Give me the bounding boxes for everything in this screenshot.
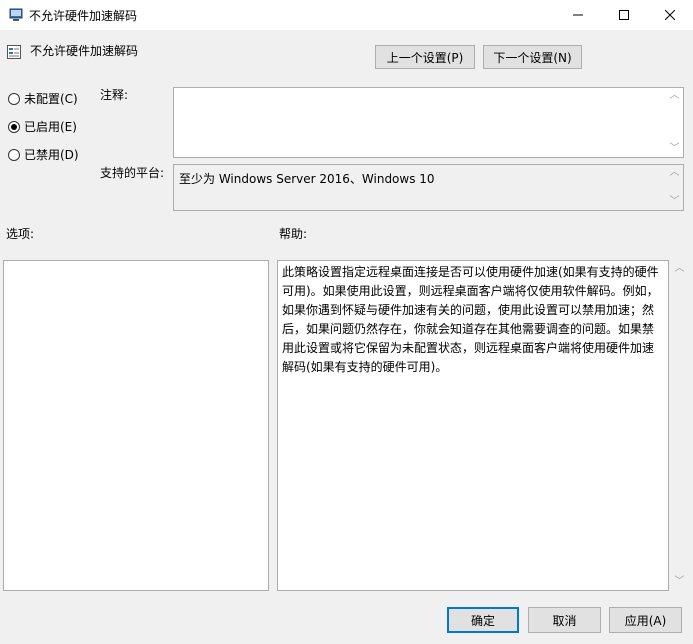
title-bar: 不允许硬件加速解码 — [0, 0, 693, 30]
next-setting-button[interactable]: 下一个设置(N) — [483, 45, 582, 69]
comment-label: 注释: — [100, 88, 129, 102]
radio-circle — [8, 92, 20, 105]
cancel-button[interactable]: 取消 — [528, 607, 601, 633]
policy-setting-icon — [7, 45, 21, 59]
scroll-down-icon[interactable]: ﹀ — [670, 195, 680, 209]
maximize-icon — [619, 10, 629, 20]
minimize-icon — [573, 14, 583, 16]
window-title: 不允许硬件加速解码 — [29, 9, 138, 23]
comment-scrollbar[interactable]: ︿ ﹀ — [666, 89, 683, 156]
scroll-up-icon[interactable]: ︿ — [675, 262, 685, 276]
platform-label: 支持的平台: — [100, 166, 165, 180]
radio-disabled[interactable]: 已禁用(D) — [8, 146, 79, 163]
radio-label: 已禁用(D) — [24, 148, 79, 162]
setting-title: 不允许硬件加速解码 — [30, 44, 139, 58]
close-button[interactable] — [647, 0, 693, 30]
help-label: 帮助: — [279, 227, 308, 241]
apply-button[interactable]: 应用(A) — [609, 607, 682, 633]
close-icon — [665, 10, 675, 20]
platform-field: 至少为 Windows Server 2016、Windows 10 — [173, 164, 684, 211]
scroll-down-icon[interactable]: ﹀ — [670, 142, 680, 156]
comment-input[interactable] — [173, 87, 684, 158]
ok-button[interactable]: 确定 — [447, 607, 519, 633]
help-text: 此策略设置指定远程桌面连接是否可以使用硬件加速(如果有支持的硬件可用)。如果使用… — [282, 265, 659, 374]
radio-label: 已启用(E) — [24, 120, 77, 134]
maximize-button[interactable] — [601, 0, 647, 30]
help-pane: 此策略设置指定远程桌面连接是否可以使用硬件加速(如果有支持的硬件可用)。如果使用… — [277, 260, 669, 591]
previous-setting-button[interactable]: 上一个设置(P) — [375, 45, 475, 69]
radio-circle-checked — [8, 120, 20, 133]
platform-scrollbar[interactable]: ︿ ﹀ — [666, 166, 683, 209]
radio-not-configured[interactable]: 未配置(C) — [8, 90, 78, 107]
radio-enabled[interactable]: 已启用(E) — [8, 118, 77, 135]
radio-label: 未配置(C) — [24, 92, 78, 106]
help-scrollbar[interactable]: ︿ ﹀ — [671, 262, 688, 589]
minimize-button[interactable] — [555, 0, 601, 30]
scroll-down-icon[interactable]: ﹀ — [675, 575, 685, 589]
radio-circle — [8, 148, 20, 161]
policy-app-icon — [9, 8, 23, 21]
scroll-up-icon[interactable]: ︿ — [670, 89, 680, 103]
scroll-up-icon[interactable]: ︿ — [670, 166, 680, 180]
options-label: 选项: — [6, 227, 35, 241]
platform-value: 至少为 Windows Server 2016、Windows 10 — [179, 172, 435, 186]
options-pane — [3, 260, 269, 591]
